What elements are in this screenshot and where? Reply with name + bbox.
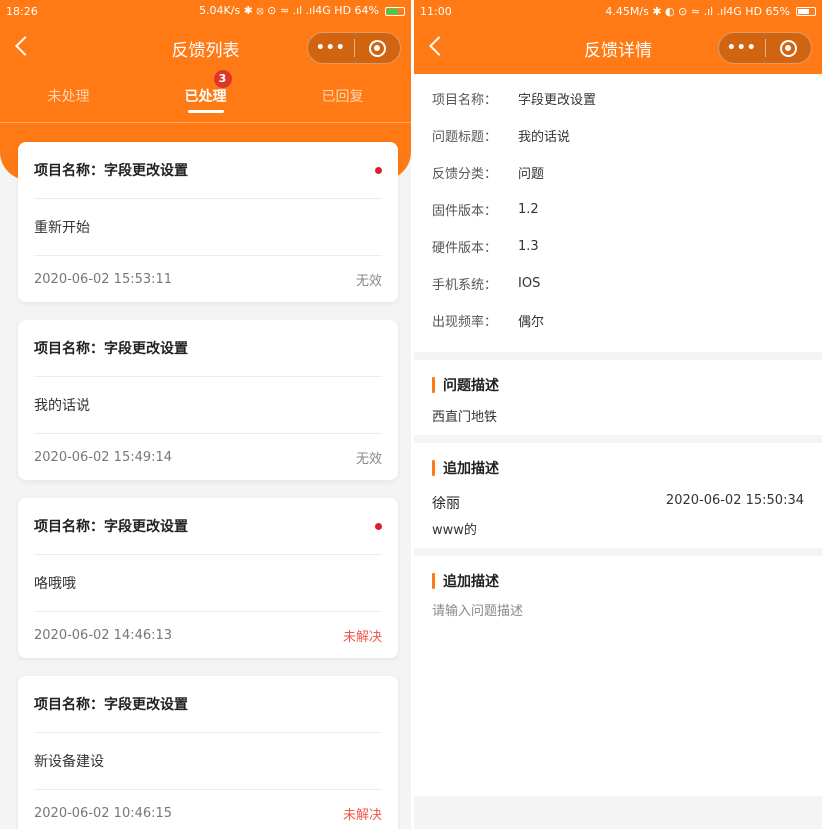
feedback-info: 项目名称： 字段更改设置问题标题： 我的话说反馈分类： 问题固件版本： 1.2 硬件版本：… xyxy=(414,74,822,352)
section-heading: 追加描述 xyxy=(443,574,499,590)
problem-description-section: 问题描述 西直门地铁 xyxy=(414,360,822,435)
close-miniprogram-button[interactable] xyxy=(355,39,401,57)
status-time: 18:26 xyxy=(6,4,38,18)
card-title: 重新开始 xyxy=(34,220,90,236)
info-key: 问题标题： xyxy=(432,130,498,145)
battery-icon xyxy=(796,6,816,16)
section-heading: 追加描述 xyxy=(443,461,499,477)
card-project: 项目名称：字段更改设置 xyxy=(34,697,188,713)
info-value: 1.2 xyxy=(518,202,539,217)
info-value: IOS xyxy=(518,276,541,291)
status-tabs: 未处理 已处理 3 已回复 xyxy=(0,70,411,130)
card-date: 2020-06-02 15:49:14 xyxy=(34,449,173,465)
problem-text: 西直门地铁 xyxy=(432,410,498,425)
status-indicators: 4.45M/s ✱ ◐ ⊙ ≈ .ıl .ıl4G HD 65% xyxy=(605,4,790,18)
info-row: 手机系统： IOS xyxy=(432,265,804,302)
more-options-button[interactable]: ••• xyxy=(719,40,765,56)
card-status: 未解决 xyxy=(342,629,382,645)
card-project: 项目名称：字段更改设置 xyxy=(34,341,188,357)
info-row: 反馈分类： 问题 xyxy=(432,154,804,191)
status-bar: 11:00 4.45M/s ✱ ◐ ⊙ ≈ .ıl .ıl4G HD 65% xyxy=(414,0,822,22)
feedback-card[interactable]: 项目名称：字段更改设置 咯哦哦 2020-06-02 14:46:13 未解决 xyxy=(18,498,398,658)
card-project: 项目名称：字段更改设置 xyxy=(34,163,188,179)
card-project: 项目名称：字段更改设置 xyxy=(34,519,188,535)
card-date: 2020-06-02 15:53:11 xyxy=(34,271,173,287)
section-marker xyxy=(432,573,435,589)
card-status: 未解决 xyxy=(342,807,382,823)
nav-bar: 反馈详情 ••• xyxy=(414,22,822,74)
more-options-button[interactable]: ••• xyxy=(308,40,354,56)
battery-icon xyxy=(385,6,405,16)
page-title: 反馈详情 xyxy=(584,40,652,61)
info-key: 手机系统： xyxy=(432,278,498,293)
info-row: 硬件版本： 1.3 xyxy=(432,228,804,265)
count-badge: 3 xyxy=(213,70,232,88)
info-key: 项目名称： xyxy=(432,93,498,108)
status-time: 11:00 xyxy=(420,4,452,18)
active-tab-indicator xyxy=(187,110,224,113)
info-key: 出现频率： xyxy=(432,315,498,330)
card-title: 我的话说 xyxy=(34,398,90,414)
info-key: 硬件版本： xyxy=(432,241,498,256)
info-key: 反馈分类： xyxy=(432,167,498,182)
feedback-detail-screen: 11:00 4.45M/s ✱ ◐ ⊙ ≈ .ıl .ıl4G HD 65% 反… xyxy=(414,0,822,829)
info-row: 固件版本： 1.2 xyxy=(432,191,804,228)
nav-bar: 反馈列表 ••• xyxy=(0,22,411,74)
append-text: www的 xyxy=(432,523,477,538)
append-description-section: 追加描述 徐丽 2020-06-02 15:50:34 www的 xyxy=(414,443,822,548)
append-time: 2020-06-02 15:50:34 xyxy=(665,493,804,508)
target-icon xyxy=(779,39,797,57)
back-arrow-icon[interactable] xyxy=(12,34,36,60)
back-arrow-icon[interactable] xyxy=(426,34,450,60)
append-author: 徐丽 xyxy=(432,496,460,512)
section-heading: 问题描述 xyxy=(443,378,499,394)
status-bar: 18:26 5.04K/s ✱ ⦻ ⊙ ≈ .ıl .ıl4G HD 64% xyxy=(0,0,411,22)
section-marker xyxy=(432,460,435,476)
info-value: 偶尔 xyxy=(518,315,545,330)
info-value: 我的话说 xyxy=(518,130,571,145)
info-row: 项目名称： 字段更改设置 xyxy=(432,80,804,117)
feedback-list-screen: 18:26 5.04K/s ✱ ⦻ ⊙ ≈ .ıl .ıl4G HD 64% 反… xyxy=(0,0,411,829)
info-key: 固件版本： xyxy=(432,204,498,219)
unread-dot xyxy=(375,166,382,174)
mini-program-capsule: ••• xyxy=(718,32,812,64)
mini-program-capsule: ••• xyxy=(307,32,401,64)
target-icon xyxy=(368,39,386,57)
section-marker xyxy=(432,377,435,393)
append-description-input[interactable]: 请输入问题描述 xyxy=(432,596,804,619)
card-date: 2020-06-02 10:46:15 xyxy=(34,805,173,821)
info-value: 问题 xyxy=(518,167,545,182)
card-title: 咯哦哦 xyxy=(34,576,76,592)
feedback-list: 项目名称：字段更改设置 重新开始 2020-06-02 15:53:11 无效 项目名称… xyxy=(18,142,398,829)
feedback-card[interactable]: 项目名称：字段更改设置 新设备建设 2020-06-02 10:46:15 未解决 xyxy=(18,676,398,829)
unread-dot xyxy=(375,522,382,530)
append-input-section: 追加描述 请输入问题描述 xyxy=(414,556,822,796)
card-status: 无效 xyxy=(355,451,382,467)
info-row: 出现频率： 偶尔 xyxy=(432,302,804,339)
feedback-card[interactable]: 项目名称：字段更改设置 我的话说 2020-06-02 15:49:14 无效 xyxy=(18,320,398,480)
status-indicators: 5.04K/s ✱ ⦻ ⊙ ≈ .ıl .ıl4G HD 64% xyxy=(199,4,379,17)
card-title: 新设备建设 xyxy=(34,754,104,770)
info-value: 1.3 xyxy=(518,239,539,254)
page-title: 反馈列表 xyxy=(171,40,240,61)
feedback-card[interactable]: 项目名称：字段更改设置 重新开始 2020-06-02 15:53:11 无效 xyxy=(18,142,398,302)
info-row: 问题标题： 我的话说 xyxy=(432,117,804,154)
info-value: 字段更改设置 xyxy=(518,93,597,108)
close-miniprogram-button[interactable] xyxy=(766,39,812,57)
card-status: 无效 xyxy=(355,273,382,289)
card-date: 2020-06-02 14:46:13 xyxy=(34,627,173,643)
